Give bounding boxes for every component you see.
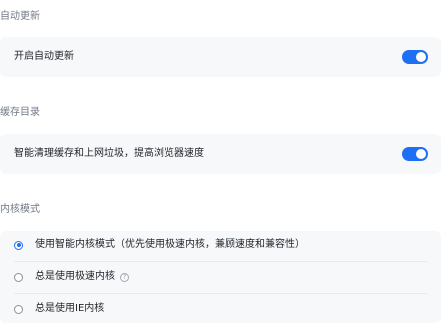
kernel-option-smart-label: 使用智能内核模式（优先使用极速内核，兼顾速度和兼容性）: [35, 239, 305, 250]
kernel-mode-card: 使用智能内核模式（优先使用极速内核，兼顾速度和兼容性） 总是使用极速内核 ? 总…: [0, 231, 441, 323]
kernel-option-ie[interactable]: 总是使用IE内核: [14, 296, 427, 322]
radio-button[interactable]: [14, 272, 23, 282]
auto-update-row: 开启自动更新: [14, 50, 427, 64]
section-title-cache: 缓存目录: [0, 107, 40, 118]
radio-button-checked[interactable]: [14, 240, 23, 250]
auto-update-card: 开启自动更新: [0, 37, 441, 77]
toggle-knob: [416, 149, 426, 159]
cache-cleanup-label: 智能清理缓存和上网垃圾，提高浏览器速度: [14, 148, 204, 159]
kernel-option-speed[interactable]: 总是使用极速内核 ?: [14, 264, 427, 290]
kernel-option-ie-label: 总是使用IE内核: [35, 303, 105, 314]
auto-update-label: 开启自动更新: [14, 51, 74, 62]
question-circle-icon[interactable]: ?: [120, 272, 129, 282]
toggle-knob: [416, 52, 426, 62]
auto-update-toggle[interactable]: [402, 50, 428, 64]
divider: [14, 261, 427, 262]
divider: [14, 293, 427, 294]
section-title-auto-update: 自动更新: [0, 11, 40, 22]
settings-page: 自动更新 开启自动更新 缓存目录 智能清理缓存和上网垃圾，提高浏览器速度 内核模…: [0, 0, 445, 323]
section-title-kernel: 内核模式: [0, 204, 40, 215]
kernel-option-smart[interactable]: 使用智能内核模式（优先使用极速内核，兼顾速度和兼容性）: [14, 232, 427, 258]
radio-button[interactable]: [14, 304, 23, 314]
cache-cleanup-toggle[interactable]: [402, 147, 428, 161]
cache-card: 智能清理缓存和上网垃圾，提高浏览器速度: [0, 134, 441, 174]
kernel-option-speed-label: 总是使用极速内核: [35, 271, 115, 282]
cache-row: 智能清理缓存和上网垃圾，提高浏览器速度: [14, 147, 427, 161]
